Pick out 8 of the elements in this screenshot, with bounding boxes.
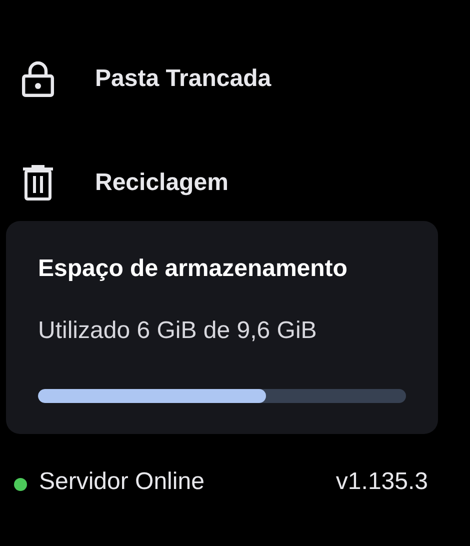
storage-title: Espaço de armazenamento <box>38 254 348 284</box>
nav-link[interactable]: Pasta Trancada <box>95 61 272 97</box>
trash-icon <box>22 165 54 201</box>
storage-usage-text: Utilizado 6 GiB de 9,6 GiB <box>38 316 318 346</box>
version-text: v1.135.3 <box>336 467 428 497</box>
nav-link[interactable]: Reciclagem <box>95 165 228 201</box>
lock-icon <box>22 61 54 97</box>
server-status-text: Servidor Online <box>39 467 204 497</box>
